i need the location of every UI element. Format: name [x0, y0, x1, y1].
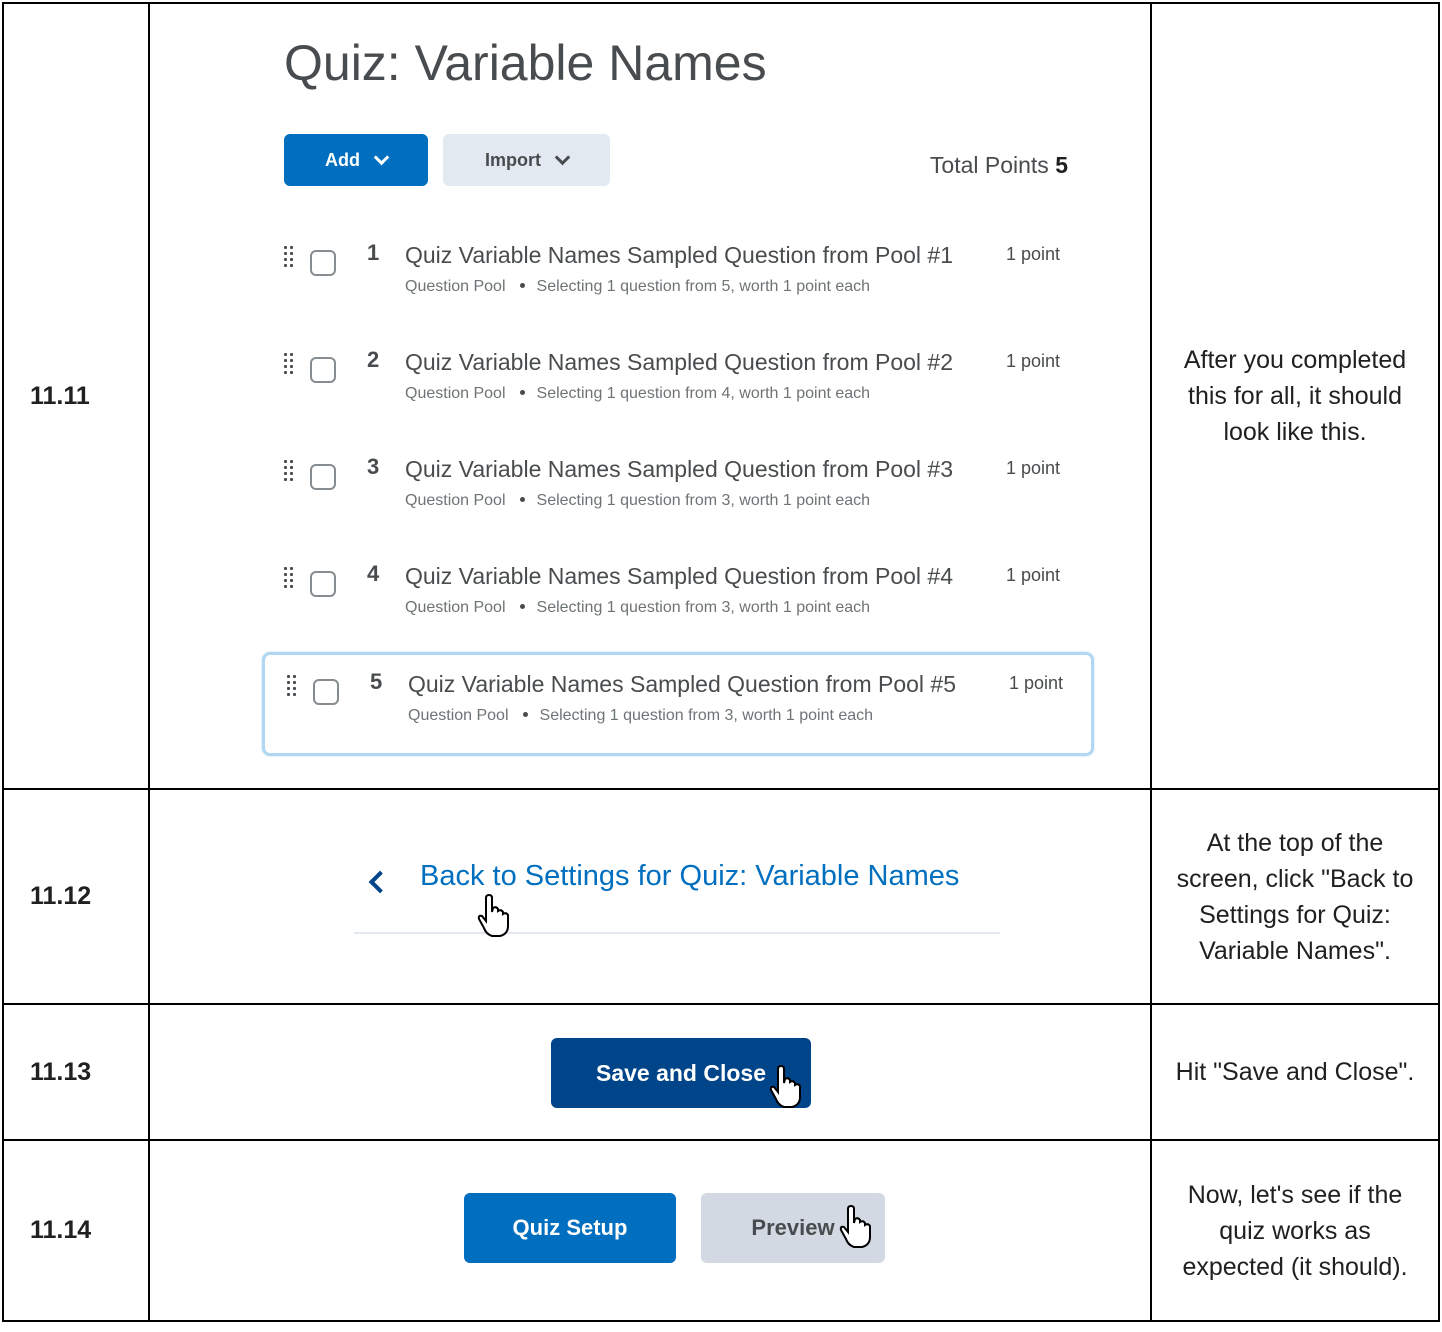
separator-dot — [522, 712, 528, 717]
total-points-label: Total Points — [929, 152, 1049, 178]
question-number: 1 — [367, 240, 380, 265]
question-checkbox[interactable] — [310, 250, 336, 276]
step-description: At the top of the screen, click "Back to… — [1150, 788, 1440, 1005]
question-row[interactable]: 1 Quiz Variable Names Sampled Question f… — [260, 240, 1090, 346]
question-checkbox[interactable] — [310, 357, 336, 383]
question-meta: Question Pool Selecting 1 question from 3… — [408, 707, 873, 725]
question-meta: Question Pool Selecting 1 question from 5… — [405, 278, 870, 296]
drag-handle-icon[interactable] — [284, 460, 294, 482]
question-title[interactable]: Quiz Variable Names Sampled Question fro… — [405, 349, 953, 376]
question-points: 1 point — [1006, 565, 1061, 585]
question-points: 1 point — [1009, 673, 1064, 693]
import-button-label: Import — [485, 149, 541, 170]
question-row-inner: 5 Quiz Variable Names Sampled Question f… — [263, 669, 1093, 755]
question-points: 1 point — [1006, 244, 1061, 264]
step-description: Now, let's see if the quiz works as expe… — [1150, 1139, 1440, 1322]
question-number: 3 — [367, 454, 380, 479]
question-checkbox[interactable] — [310, 464, 336, 490]
total-points-value: 5 — [1055, 152, 1068, 178]
preview-label: Preview — [751, 1215, 835, 1240]
question-detail: Selecting 1 question from 3, worth 1 poi… — [536, 492, 871, 509]
quiz-setup-label: Quiz Setup — [512, 1215, 628, 1240]
separator-dot — [519, 390, 525, 395]
hand-cursor-icon — [769, 1065, 801, 1108]
drag-handle-icon[interactable] — [284, 246, 294, 268]
hand-cursor-icon — [477, 894, 509, 937]
separator-dot — [519, 604, 525, 609]
question-detail: Selecting 1 question from 4, worth 1 poi… — [536, 385, 871, 402]
step-number: 11.11 — [2, 2, 150, 790]
question-title[interactable]: Quiz Variable Names Sampled Question fro… — [405, 456, 953, 483]
chevron-left-icon[interactable] — [368, 870, 392, 894]
question-number: 4 — [367, 561, 380, 586]
drag-handle-icon[interactable] — [287, 675, 297, 697]
question-meta: Question Pool Selecting 1 question from 3… — [405, 599, 870, 617]
question-number: 5 — [370, 669, 383, 694]
question-type: Question Pool — [408, 707, 509, 724]
question-detail: Selecting 1 question from 3, worth 1 poi… — [539, 707, 874, 724]
question-checkbox[interactable] — [313, 679, 339, 705]
back-navigation: Back to Settings for Quiz: Variable Name… — [354, 860, 1000, 937]
question-meta: Question Pool Selecting 1 question from 3… — [405, 492, 870, 510]
step-number: 11.14 — [2, 1139, 150, 1322]
question-number: 2 — [367, 347, 380, 372]
step-number: 11.13 — [2, 1003, 150, 1141]
step-screenshot: Save and Close — [148, 1003, 1152, 1141]
question-title[interactable]: Quiz Variable Names Sampled Question fro… — [405, 563, 953, 590]
separator-dot — [519, 283, 525, 288]
chevron-down-icon — [373, 149, 390, 165]
question-type: Question Pool — [405, 278, 506, 295]
add-button-label: Add — [325, 149, 360, 170]
drag-handle-icon[interactable] — [284, 353, 294, 375]
question-type: Question Pool — [405, 492, 506, 509]
question-meta: Question Pool Selecting 1 question from 4… — [405, 385, 870, 403]
question-row[interactable]: 3 Quiz Variable Names Sampled Question f… — [260, 454, 1090, 560]
question-title[interactable]: Quiz Variable Names Sampled Question fro… — [405, 242, 953, 269]
add-button[interactable]: Add — [284, 134, 428, 186]
instruction-table: 11.11 Quiz: Variable Names Add Import To… — [2, 2, 1440, 1322]
quiz-setup-button[interactable]: Quiz Setup — [464, 1193, 676, 1263]
import-button[interactable]: Import — [443, 134, 610, 186]
step-screenshot: Back to Settings for Quiz: Variable Name… — [148, 788, 1152, 1005]
question-points: 1 point — [1006, 458, 1061, 478]
question-detail: Selecting 1 question from 5, worth 1 poi… — [536, 278, 871, 295]
drag-handle-icon[interactable] — [284, 567, 294, 589]
page-title: Quiz: Variable Names — [284, 35, 767, 91]
question-type: Question Pool — [405, 385, 506, 402]
separator-dot — [519, 497, 525, 502]
question-points: 1 point — [1006, 351, 1061, 371]
total-points: Total Points 5 — [910, 152, 1068, 179]
question-title[interactable]: Quiz Variable Names Sampled Question fro… — [408, 671, 956, 698]
step-description: Hit "Save and Close". — [1150, 1003, 1440, 1141]
step-number: 11.12 — [2, 788, 150, 1005]
back-to-settings-link[interactable]: Back to Settings for Quiz: Variable Name… — [420, 860, 959, 893]
question-detail: Selecting 1 question from 3, worth 1 poi… — [536, 599, 871, 616]
question-type: Question Pool — [405, 599, 506, 616]
step-screenshot: Quiz: Variable Names Add Import Total Po… — [148, 2, 1152, 790]
hand-cursor-icon — [839, 1205, 871, 1248]
step-screenshot: Quiz Setup Preview — [148, 1139, 1152, 1322]
question-row-selected[interactable]: 5 Quiz Variable Names Sampled Question f… — [262, 652, 1094, 756]
question-row[interactable]: 2 Quiz Variable Names Sampled Question f… — [260, 347, 1090, 453]
chevron-down-icon — [554, 149, 571, 165]
save-and-close-label: Save and Close — [595, 1059, 767, 1086]
step-description: After you completed this for all, it sho… — [1150, 2, 1440, 790]
question-checkbox[interactable] — [310, 571, 336, 597]
